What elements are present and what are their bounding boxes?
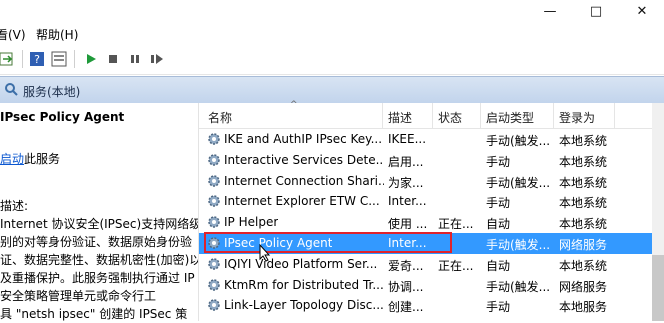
service-row[interactable]: Internet Explorer ETW C... Inter... 手动 本地系统 <box>199 191 654 212</box>
menu-help[interactable]: 帮助(H) <box>36 26 78 43</box>
column-divider[interactable] <box>382 103 383 128</box>
restart-icon[interactable] <box>148 50 166 68</box>
column-divider[interactable] <box>614 103 615 128</box>
service-logon-as: 本地系统 <box>559 134 608 148</box>
column-description[interactable]: 描述 <box>388 109 412 126</box>
gear-icon <box>207 174 221 188</box>
scrollbar-thumb[interactable] <box>652 255 664 321</box>
column-header: ^ 名称 描述 状态 启动类型 登录为 <box>199 100 664 129</box>
gear-icon <box>207 257 221 271</box>
stop-icon[interactable] <box>104 50 122 68</box>
service-name: Link-Layer Topology Disc... <box>224 298 384 313</box>
service-logon-as: 本地系统 <box>559 196 608 211</box>
scope-title: 服务(本地) <box>23 85 81 99</box>
properties-icon[interactable] <box>50 50 68 68</box>
service-row[interactable]: Link-Layer Topology Disc... 创建... 手动 本地服务 <box>199 295 654 316</box>
service-row[interactable]: Internet Connection Shari... 为家... 手动(触发..… <box>199 171 654 192</box>
service-description: 为家... <box>388 175 424 190</box>
gear-icon <box>207 153 221 167</box>
toolbar: ? <box>0 44 664 75</box>
service-logon-as: 本地系统 <box>559 154 608 169</box>
gear-icon <box>207 132 221 146</box>
description-label: 描述: <box>0 199 29 213</box>
service-action-suffix: 此服务 <box>24 152 61 166</box>
service-logon-as: 本地系统 <box>559 258 608 273</box>
service-row[interactable]: KtmRm for Distributed Tr... 协调... 手动(触发...… <box>199 275 654 296</box>
service-row[interactable]: Interactive Services Dete... 启用... 手动 本地系统 <box>199 150 654 171</box>
export-list-icon[interactable] <box>0 50 16 68</box>
service-description: 爱奇... <box>388 258 424 273</box>
magnifier-icon <box>4 82 18 99</box>
service-startup-type: 自动 <box>486 258 511 273</box>
highlight-box <box>204 232 452 253</box>
service-startup-type: 手动(触发... <box>486 238 551 252</box>
menu-view[interactable]: 看(V) <box>0 26 26 43</box>
column-divider[interactable] <box>553 103 554 128</box>
service-name: Internet Explorer ETW C... <box>224 194 380 209</box>
mouse-cursor-icon <box>259 243 271 265</box>
service-logon-as: 网络服务 <box>559 279 608 294</box>
column-startup-type[interactable]: 启动类型 <box>486 109 534 126</box>
service-description: 启用... <box>388 154 424 169</box>
column-logon-as[interactable]: 登录为 <box>559 109 595 126</box>
play-icon[interactable] <box>82 50 100 68</box>
description-text: Internet 协议安全(IPSec)支持网络级 别的对等身份验证、数据原始身… <box>0 217 202 321</box>
close-button[interactable]: ✕ <box>619 0 664 22</box>
gear-icon <box>207 215 221 229</box>
minimize-button[interactable]: — <box>527 0 573 22</box>
help-icon[interactable]: ? <box>28 50 46 68</box>
svg-text:?: ? <box>34 53 40 66</box>
service-status: 正在... <box>438 217 474 232</box>
column-name[interactable]: 名称 <box>208 109 232 126</box>
service-name: Interactive Services Dete... <box>224 152 384 167</box>
service-startup-type: 手动(触发... <box>486 175 551 190</box>
column-divider[interactable] <box>432 103 433 128</box>
service-name: IQIYI Video Platform Ser... <box>224 256 378 271</box>
service-logon-as: 本地系统 <box>559 175 608 190</box>
service-action: 启动此服务 <box>0 150 60 167</box>
maximize-button[interactable]: □ <box>573 0 619 22</box>
service-name: Internet Connection Shari... <box>224 173 384 188</box>
service-logon-as: 本地服务 <box>559 300 608 315</box>
gear-icon <box>207 298 221 312</box>
service-description: 使用 ... <box>388 217 428 232</box>
title-bar: — □ ✕ <box>0 0 664 22</box>
column-status[interactable]: 状态 <box>438 109 462 126</box>
service-title: IPsec Policy Agent <box>0 110 125 124</box>
service-startup-type: 手动 <box>486 154 511 169</box>
service-logon-as: 网络服务 <box>559 238 608 252</box>
start-service-link[interactable]: 启动 <box>0 152 24 166</box>
service-row[interactable]: IKE and AuthIP IPsec Key... IKEE... 手动(触发.… <box>199 129 654 150</box>
scope-header: 服务(本地) <box>0 76 664 104</box>
service-startup-type: 手动(触发... <box>486 279 551 294</box>
service-startup-type: 手动(触发... <box>486 134 551 148</box>
pause-icon[interactable] <box>126 50 144 68</box>
description-pane: IPsec Policy Agent 启动此服务 描述: Internet 协议… <box>0 103 202 321</box>
service-startup-type: 自动 <box>486 217 511 232</box>
service-startup-type: 手动 <box>486 196 511 211</box>
gear-icon <box>207 278 221 292</box>
services-list: ^ 名称 描述 状态 启动类型 登录为 IKE and AuthIP IPsec… <box>198 100 664 321</box>
menu-bar: 看(V) 帮助(H) <box>0 22 664 44</box>
service-description: 创建... <box>388 300 424 315</box>
service-row[interactable]: IP Helper 使用 ... 正在... 自动 本地系统 <box>199 212 654 233</box>
service-description: 协调... <box>388 279 424 294</box>
gear-icon <box>207 194 221 208</box>
column-divider[interactable] <box>480 103 481 128</box>
service-startup-type: 手动 <box>486 300 511 315</box>
service-description: Inter... <box>388 194 427 209</box>
service-status: 正在... <box>438 258 474 273</box>
service-name: IP Helper <box>224 215 279 230</box>
toolbar-separator <box>22 50 23 68</box>
toolbar-separator <box>74 50 75 68</box>
service-name: KtmRm for Distributed Tr... <box>224 277 384 292</box>
service-logon-as: 本地系统 <box>559 217 608 232</box>
sort-arrow-icon: ^ <box>290 100 298 110</box>
service-name: IKE and AuthIP IPsec Key... <box>224 132 383 146</box>
service-description: IKEE... <box>388 132 427 146</box>
